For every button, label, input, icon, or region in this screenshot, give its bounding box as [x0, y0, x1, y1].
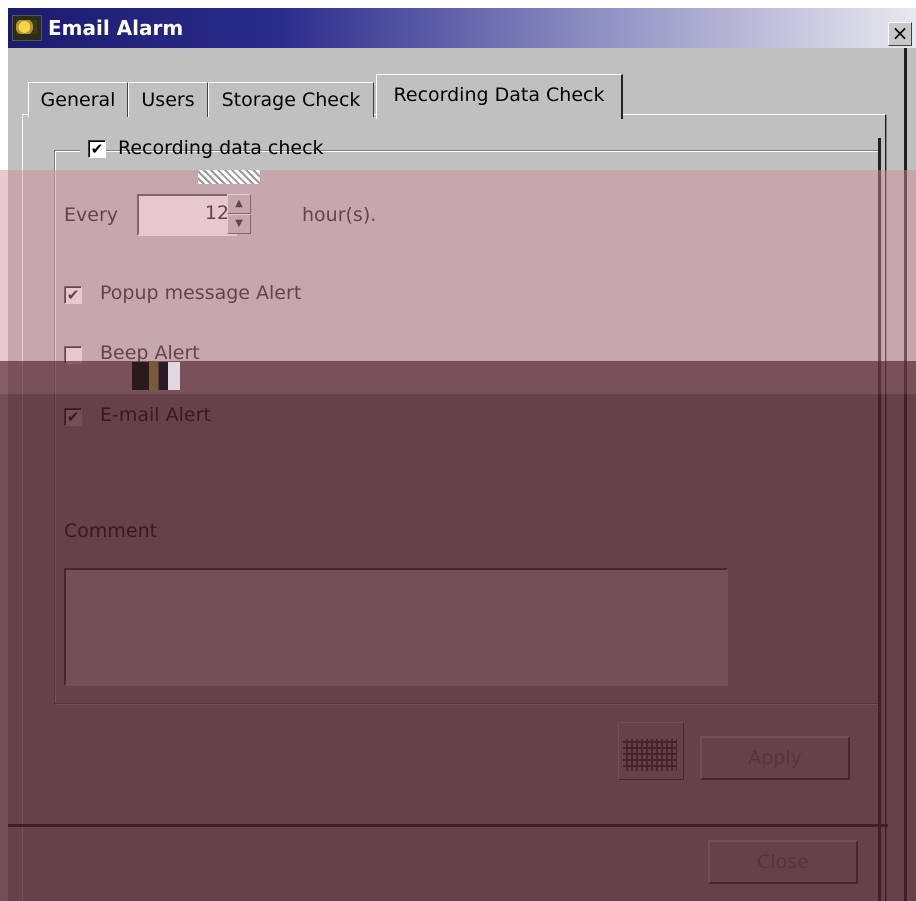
- window-edge: [904, 48, 907, 901]
- spin-up-icon[interactable]: ▲: [227, 194, 251, 214]
- title-bar[interactable]: Email Alarm: [8, 8, 916, 48]
- group-legend: ✔ Recording data check: [80, 134, 324, 164]
- beep-alert-checkbox[interactable]: [64, 346, 82, 364]
- comment-input[interactable]: [64, 568, 728, 686]
- tab-storage-check[interactable]: Storage Check: [208, 82, 374, 117]
- email-alert-checkbox[interactable]: ✔: [64, 408, 82, 426]
- popup-alert-checkbox[interactable]: ✔: [64, 286, 82, 304]
- popup-alert-label: Popup message Alert: [100, 282, 302, 304]
- divider: [8, 824, 888, 827]
- recording-data-checkbox[interactable]: ✔: [88, 140, 106, 158]
- glitch-artifact-mid: [132, 362, 180, 390]
- recording-data-label: Recording data check: [118, 137, 324, 159]
- close-icon[interactable]: ×: [888, 22, 912, 46]
- app-camera-icon: [12, 15, 42, 41]
- tab-recording-data-check[interactable]: Recording Data Check: [376, 74, 623, 119]
- hours-spinner[interactable]: ▲ ▼: [227, 194, 251, 234]
- every-hours-input[interactable]: 12: [137, 194, 237, 236]
- email-alert-label: E-mail Alert: [100, 404, 211, 426]
- panel-edge: [878, 138, 881, 901]
- keyboard-icon[interactable]: [618, 722, 684, 780]
- tab-users[interactable]: Users: [128, 82, 208, 117]
- email-alarm-window: Email Alarm × General Users Storage Chec…: [8, 8, 916, 901]
- spin-down-icon[interactable]: ▼: [227, 214, 251, 234]
- tab-general[interactable]: General: [28, 82, 128, 117]
- window-title: Email Alarm: [48, 16, 184, 40]
- beep-alert-label: Beep Alert: [100, 342, 200, 364]
- close-button[interactable]: Close: [708, 840, 858, 884]
- glitch-artifact-top: [198, 170, 260, 184]
- every-hours-value: 12: [204, 202, 229, 224]
- hours-unit-label: hour(s).: [302, 204, 377, 226]
- apply-button[interactable]: Apply: [700, 736, 850, 780]
- every-label: Every: [64, 204, 118, 226]
- comment-label: Comment: [64, 520, 158, 542]
